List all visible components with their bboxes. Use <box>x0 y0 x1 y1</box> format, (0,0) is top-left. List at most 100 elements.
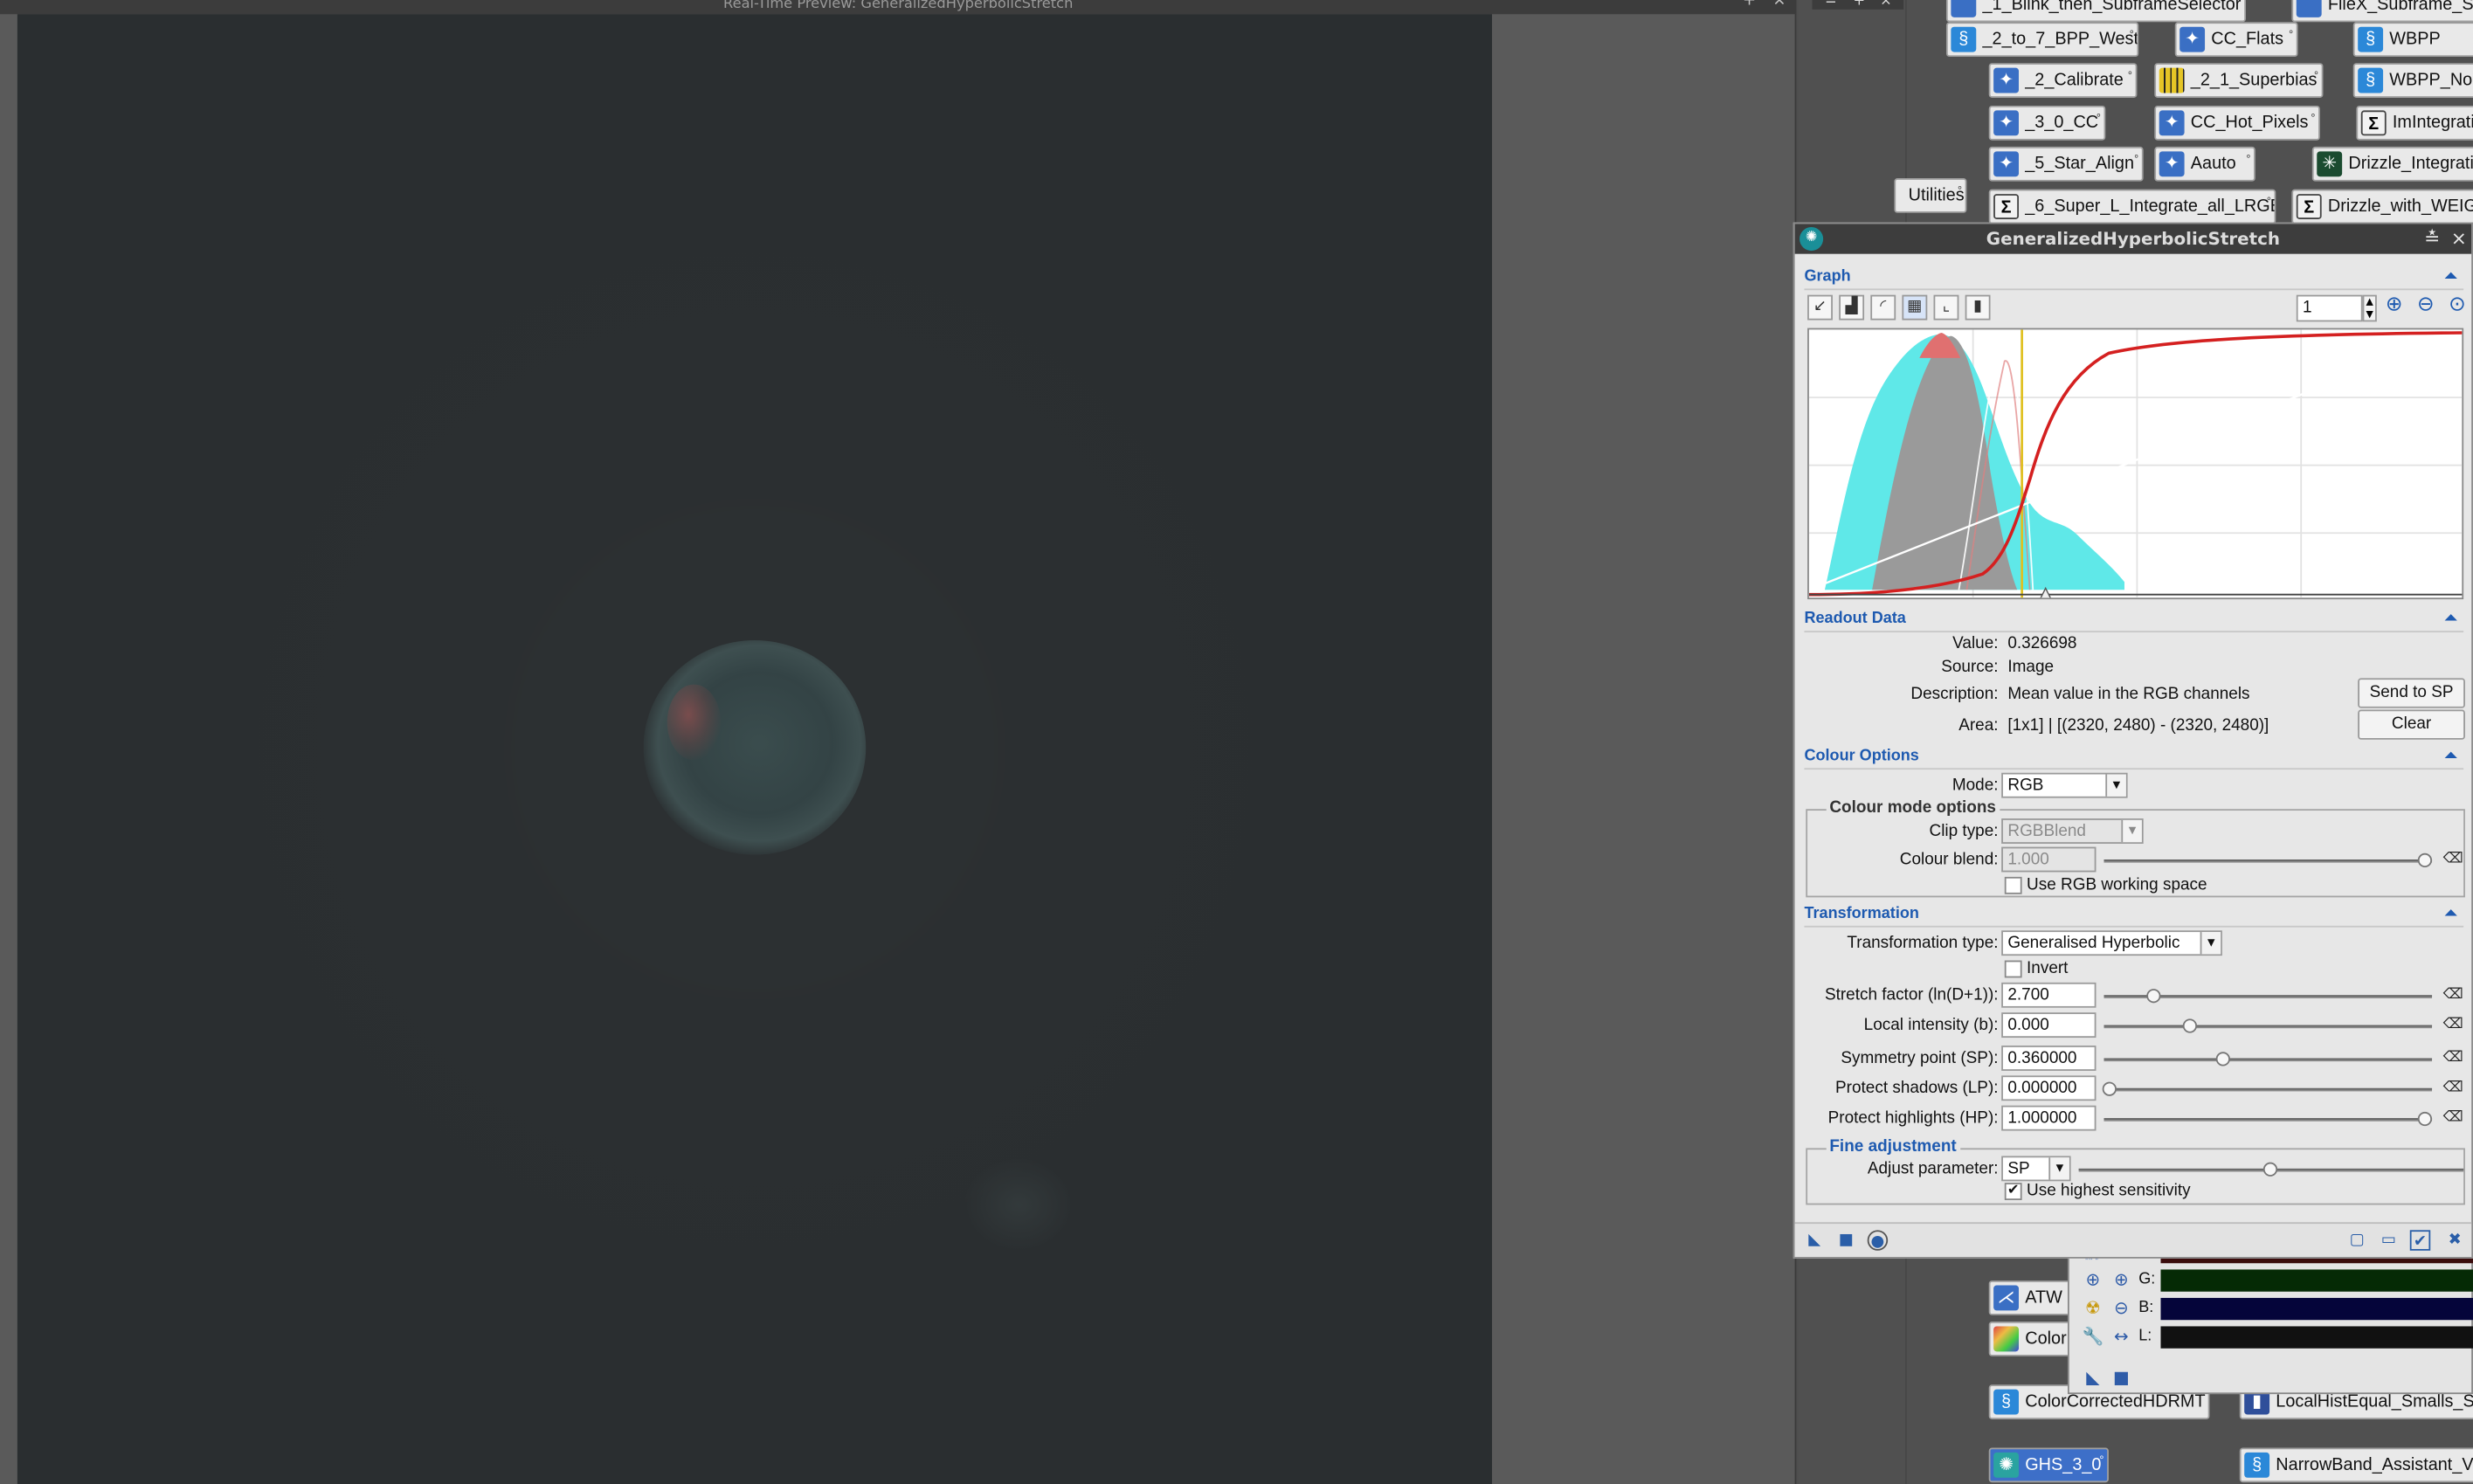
process-icon[interactable]: § WBPP_Normalize <box>2352 63 2473 98</box>
process-icon[interactable]: ✦ _2_Calibrate ° <box>1988 63 2138 98</box>
preview-close-icon[interactable]: × <box>1772 0 1786 9</box>
preview-image[interactable] <box>17 14 1492 1484</box>
process-icon[interactable]: ΣDrizzle_with_WEIGHTS <box>2291 189 2473 224</box>
slider-knob[interactable] <box>2102 1081 2117 1096</box>
zoom-spinner[interactable]: ▲ ▼ <box>2362 294 2377 322</box>
reset-icon[interactable]: ⌫ <box>2443 1110 2463 1126</box>
shadow-handle[interactable] <box>2039 586 2051 599</box>
highest-sensitivity-checkbox[interactable]: ✔ <box>2004 1183 2022 1201</box>
process-icon[interactable]: ✦ CC_Flats ° <box>2174 22 2298 57</box>
process-icon[interactable]: _1_Blink_then_SubframeSelector <box>1945 0 2247 23</box>
local-intensity-field[interactable]: 0.000 <box>2001 1012 2097 1039</box>
zoom-fit-icon[interactable]: ⊙ <box>2444 294 2470 321</box>
bars-icon[interactable]: ▮ <box>1965 294 1991 321</box>
graph-section-header[interactable]: Graph ⏶ <box>1804 265 2464 291</box>
colour-blend-field[interactable]: 1.000 <box>2001 846 2097 873</box>
fine-adjust-slider[interactable] <box>2078 1162 2464 1177</box>
new-instance-icon[interactable]: ◣ <box>2082 1367 2103 1389</box>
local-intensity-slider[interactable] <box>2103 1018 2433 1033</box>
new-instance-icon[interactable]: ◣ <box>1804 1230 1824 1250</box>
histogram-icon[interactable]: ▟ <box>1839 294 1865 321</box>
stf-blue-bar[interactable] <box>2160 1297 2473 1321</box>
workspace-close-icon[interactable]: × <box>1880 0 1892 10</box>
slider-knob[interactable] <box>2417 852 2433 868</box>
symmetry-point-field[interactable]: 0.360000 <box>2001 1046 2097 1071</box>
stretch-factor-field[interactable]: 2.700 <box>2001 982 2097 1008</box>
stf-green-bar[interactable] <box>2160 1269 2473 1292</box>
real-time-preview-icon[interactable]: ● <box>1867 1230 1889 1251</box>
close-icon[interactable]: × <box>2451 224 2467 253</box>
reset-all-icon[interactable]: ✖ <box>2444 1230 2464 1250</box>
stretch-graph[interactable] <box>1807 328 2464 600</box>
collapse-icon[interactable]: ⏶ <box>2444 902 2456 928</box>
symmetry-point-slider[interactable] <box>2103 1052 2433 1066</box>
stretch-factor-slider[interactable] <box>2103 989 2433 1004</box>
readout-section-header[interactable]: Readout Data ⏶ <box>1804 607 2464 633</box>
shade-icon[interactable]: ≛ <box>2424 224 2440 253</box>
process-icon[interactable]: Color <box>1988 1322 2071 1356</box>
reset-icon[interactable]: ⌫ <box>2443 1050 2463 1066</box>
browse-documentation-icon[interactable]: ▢ <box>2347 1230 2367 1250</box>
horizontal-arrows-icon[interactable]: ↔ <box>2110 1326 2132 1348</box>
colour-blend-slider[interactable] <box>2103 852 2433 868</box>
slider-knob[interactable] <box>2182 1018 2198 1033</box>
reset-icon[interactable]: ⌫ <box>2443 852 2463 867</box>
process-icon[interactable]: § NarrowBand_Assistant_V <box>2239 1447 2473 1483</box>
workspace-max-icon[interactable]: ≛ <box>1825 0 1837 10</box>
process-icon[interactable]: ✦ _5_Star_Align ° <box>1988 146 2144 182</box>
process-icon[interactable]: § WBPP <box>2352 22 2473 57</box>
reset-icon[interactable]: ⌫ <box>2443 987 2463 1003</box>
process-icon[interactable]: Σ _6_Super_L_Integrate_all_LRGB ° <box>1988 189 2276 224</box>
process-icon[interactable]: § _2_to_7_BPP_West ° <box>1945 22 2139 57</box>
apply-icon[interactable]: ✔ <box>2409 1230 2431 1251</box>
protect-highlights-slider[interactable] <box>2103 1111 2433 1127</box>
process-icon[interactable]: FileX_Subframe_SF <box>2291 0 2473 23</box>
rgb-working-space-checkbox[interactable] <box>2004 876 2022 894</box>
apply-global-icon[interactable]: ■ <box>1836 1230 1856 1250</box>
transformation-type-select[interactable]: Generalised Hyperbolic ▼ <box>2001 930 2222 956</box>
protect-highlights-field[interactable]: 1.000000 <box>2001 1105 2097 1131</box>
send-to-sp-button[interactable]: Send to SP <box>2358 678 2465 708</box>
radiation-icon[interactable]: ☢ <box>2082 1298 2103 1320</box>
apply-global-icon[interactable]: ■ <box>2110 1367 2132 1389</box>
collapse-icon[interactable]: ⏶ <box>2444 607 2456 632</box>
reset-icon[interactable]: ⌫ <box>2443 1018 2463 1033</box>
preview-expand-icon[interactable]: + <box>1743 0 1756 9</box>
transformation-section-header[interactable]: Transformation ⏶ <box>1804 902 2464 928</box>
process-icon[interactable]: ✦ Aauto ° <box>2154 146 2255 182</box>
zoom-field[interactable]: 1 <box>2296 294 2363 322</box>
collapse-icon[interactable]: ⏶ <box>2444 744 2456 770</box>
process-icon[interactable]: ✳Drizzle_Integration <box>2311 146 2473 182</box>
wrench-icon[interactable]: 🔧 <box>2082 1326 2103 1348</box>
collapse-icon[interactable]: ⏶ <box>2444 265 2456 290</box>
process-icon[interactable]: ΣImIntegration <box>2356 105 2473 141</box>
protect-shadows-slider[interactable] <box>2102 1081 2433 1096</box>
stf-luminance-bar[interactable] <box>2160 1326 2473 1349</box>
zoom-out-icon[interactable]: ⊖ <box>2110 1298 2132 1320</box>
protect-shadows-field[interactable]: 0.000000 <box>2001 1075 2097 1101</box>
clip-type-select[interactable]: RGBBlend ▼ <box>2001 818 2144 844</box>
mode-select[interactable]: RGB ▼ <box>2001 772 2128 798</box>
axis-icon[interactable]: ⌞ <box>1933 294 1959 321</box>
workspace-add-icon[interactable]: + <box>1853 0 1865 10</box>
slider-knob[interactable] <box>2262 1162 2278 1177</box>
zoom-out-icon[interactable]: ⊖ <box>2413 294 2438 321</box>
colour-section-header[interactable]: Colour Options ⏶ <box>1804 744 2464 770</box>
process-icon[interactable]: Utilities ° <box>1894 178 1967 213</box>
zoom-in-icon[interactable]: ⊕ <box>2381 294 2407 321</box>
process-icon[interactable]: ✦ CC_Hot_Pixels ° <box>2154 105 2320 141</box>
zoom-in-icon[interactable]: ⊕ <box>2082 1269 2103 1291</box>
log-curve-icon[interactable]: ◜ <box>1870 294 1896 321</box>
zoom-in-icon[interactable]: ⊕ <box>2110 1269 2132 1291</box>
slider-knob[interactable] <box>2146 989 2161 1004</box>
preferences-icon[interactable]: ▭ <box>2379 1230 2399 1250</box>
process-icon[interactable]: ✦ _3_0_CC ° <box>1988 105 2106 141</box>
process-icon[interactable]: ✺ GHS_3_0 ° <box>1988 1447 2109 1483</box>
linear-curve-icon[interactable]: ↙ <box>1807 294 1833 321</box>
process-icon[interactable]: _2_1_Superbias ° <box>2154 63 2324 98</box>
clear-button[interactable]: Clear <box>2358 709 2465 740</box>
slider-knob[interactable] <box>2417 1111 2433 1127</box>
process-icon[interactable]: ⋌ ATW <box>1988 1280 2071 1315</box>
grid-icon[interactable]: ▦ <box>1902 294 1928 321</box>
slider-knob[interactable] <box>2215 1052 2230 1066</box>
